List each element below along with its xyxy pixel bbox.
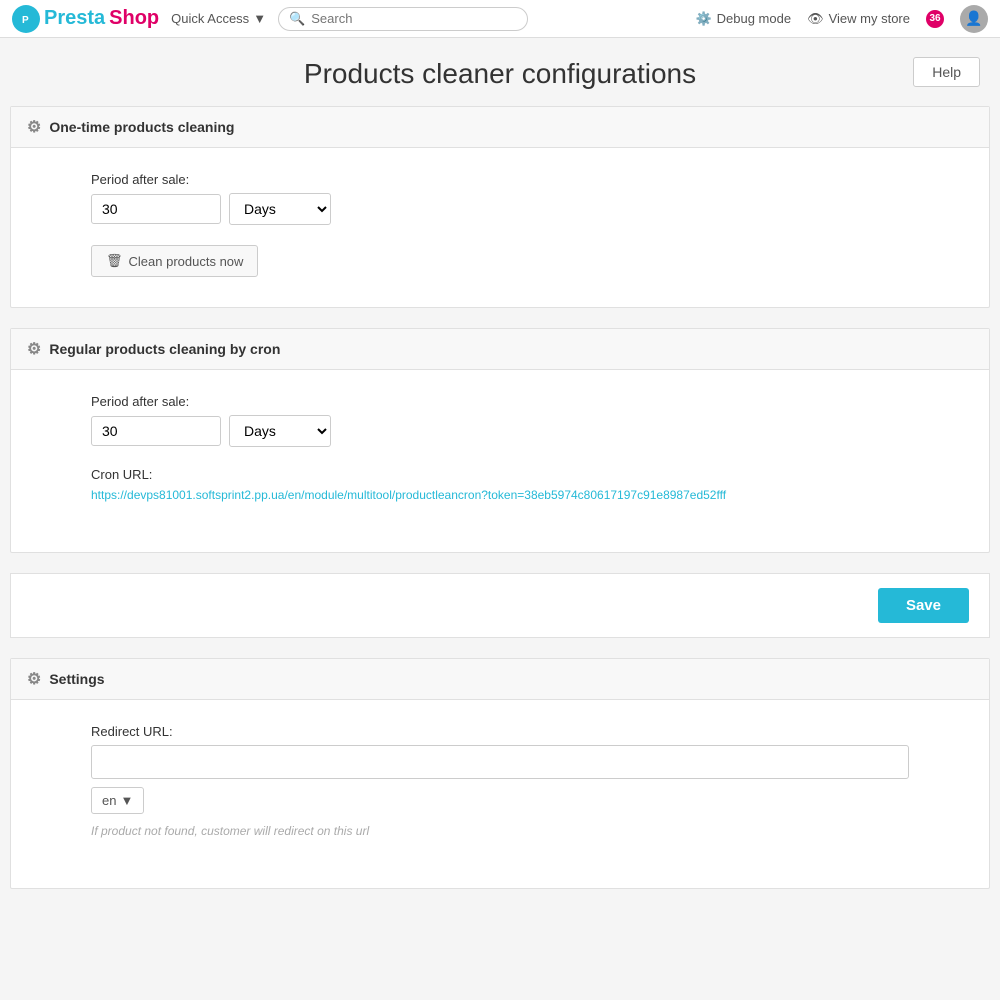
redirect-url-input[interactable]: [91, 745, 909, 779]
regular-period-group: Period after sale: Days Weeks Months: [91, 394, 909, 447]
search-bar[interactable]: 🔍: [278, 7, 528, 31]
cron-url-link[interactable]: https://devps81001.softsprint2.pp.ua/en/…: [91, 488, 726, 502]
one-time-period-row: Days Weeks Months: [91, 193, 909, 225]
one-time-period-label: Period after sale:: [91, 172, 909, 187]
one-time-cleaning-header: ⚙ One-time products cleaning: [11, 107, 989, 148]
notifications-button[interactable]: 36: [926, 10, 944, 28]
logo-presta-text: Presta: [44, 7, 105, 30]
one-time-period-input[interactable]: [91, 194, 221, 224]
logo-icon: P: [12, 5, 40, 33]
quick-access-label: Quick Access: [171, 11, 249, 26]
one-time-cleaning-body: Period after sale: Days Weeks Months 🗑 C…: [11, 148, 989, 307]
debug-icon: ⚙️: [695, 11, 711, 27]
regular-cleaning-title: Regular products cleaning by cron: [49, 341, 280, 357]
navbar-right: ⚙️ Debug mode 👁 View my store 36 👤: [695, 5, 988, 33]
settings-header: ⚙ Settings: [11, 659, 989, 700]
debug-mode-button[interactable]: ⚙️ Debug mode: [695, 11, 791, 27]
view-store-button[interactable]: 👁 View my store: [807, 11, 910, 27]
navbar: P PrestaShop Quick Access ▼ 🔍 ⚙️ Debug m…: [0, 0, 1000, 38]
eye-icon: 👁: [807, 11, 824, 27]
redirect-url-group: Redirect URL: en ▼ If product not found,…: [91, 724, 909, 838]
main-content: ⚙ One-time products cleaning Period afte…: [0, 106, 1000, 929]
help-button[interactable]: Help: [913, 57, 980, 87]
avatar[interactable]: 👤: [960, 5, 988, 33]
redirect-hint-text: If product not found, customer will redi…: [91, 824, 909, 838]
redirect-url-label: Redirect URL:: [91, 724, 909, 739]
avatar-icon: 👤: [965, 10, 982, 27]
chevron-down-icon: ▼: [253, 11, 266, 26]
brand-logo[interactable]: P PrestaShop: [12, 5, 159, 33]
gear-icon: ⚙: [27, 117, 41, 137]
one-time-period-group: Period after sale: Days Weeks Months: [91, 172, 909, 225]
settings-title: Settings: [49, 671, 104, 687]
lang-select-button[interactable]: en ▼: [91, 787, 144, 814]
notification-badge: 36: [926, 10, 944, 28]
logo-shop-text: Shop: [109, 7, 159, 30]
save-section: Save: [10, 573, 990, 638]
one-time-cleaning-card: ⚙ One-time products cleaning Period afte…: [10, 106, 990, 308]
quick-access-menu[interactable]: Quick Access ▼: [171, 11, 266, 26]
regular-period-input[interactable]: [91, 416, 221, 446]
cron-url-label: Cron URL:: [91, 467, 909, 482]
gear-icon-settings: ⚙: [27, 669, 41, 689]
regular-period-label: Period after sale:: [91, 394, 909, 409]
page-header: Products cleaner configurations Help: [0, 38, 1000, 106]
one-time-cleaning-title: One-time products cleaning: [49, 119, 234, 135]
regular-cleaning-header: ⚙ Regular products cleaning by cron: [11, 329, 989, 370]
search-icon: 🔍: [289, 11, 305, 27]
lang-label: en: [102, 793, 116, 808]
search-input[interactable]: [311, 11, 517, 26]
gear-icon-cron: ⚙: [27, 339, 41, 359]
clean-products-button[interactable]: 🗑 Clean products now: [91, 245, 258, 277]
clean-products-label: Clean products now: [129, 254, 244, 269]
settings-body: Redirect URL: en ▼ If product not found,…: [11, 700, 989, 888]
regular-cleaning-body: Period after sale: Days Weeks Months Cro…: [11, 370, 989, 552]
settings-card: ⚙ Settings Redirect URL: en ▼ If product…: [10, 658, 990, 889]
svg-text:P: P: [22, 15, 29, 26]
regular-cleaning-card: ⚙ Regular products cleaning by cron Peri…: [10, 328, 990, 553]
chevron-down-lang-icon: ▼: [120, 793, 133, 808]
view-store-label: View my store: [829, 11, 910, 26]
debug-mode-label: Debug mode: [717, 11, 791, 26]
regular-period-row: Days Weeks Months: [91, 415, 909, 447]
one-time-period-unit-select[interactable]: Days Weeks Months: [229, 193, 331, 225]
save-button[interactable]: Save: [878, 588, 969, 623]
page-title: Products cleaner configurations: [304, 58, 696, 90]
regular-period-unit-select[interactable]: Days Weeks Months: [229, 415, 331, 447]
cron-url-group: Cron URL: https://devps81001.softsprint2…: [91, 467, 909, 502]
trash-icon: 🗑: [106, 253, 123, 269]
